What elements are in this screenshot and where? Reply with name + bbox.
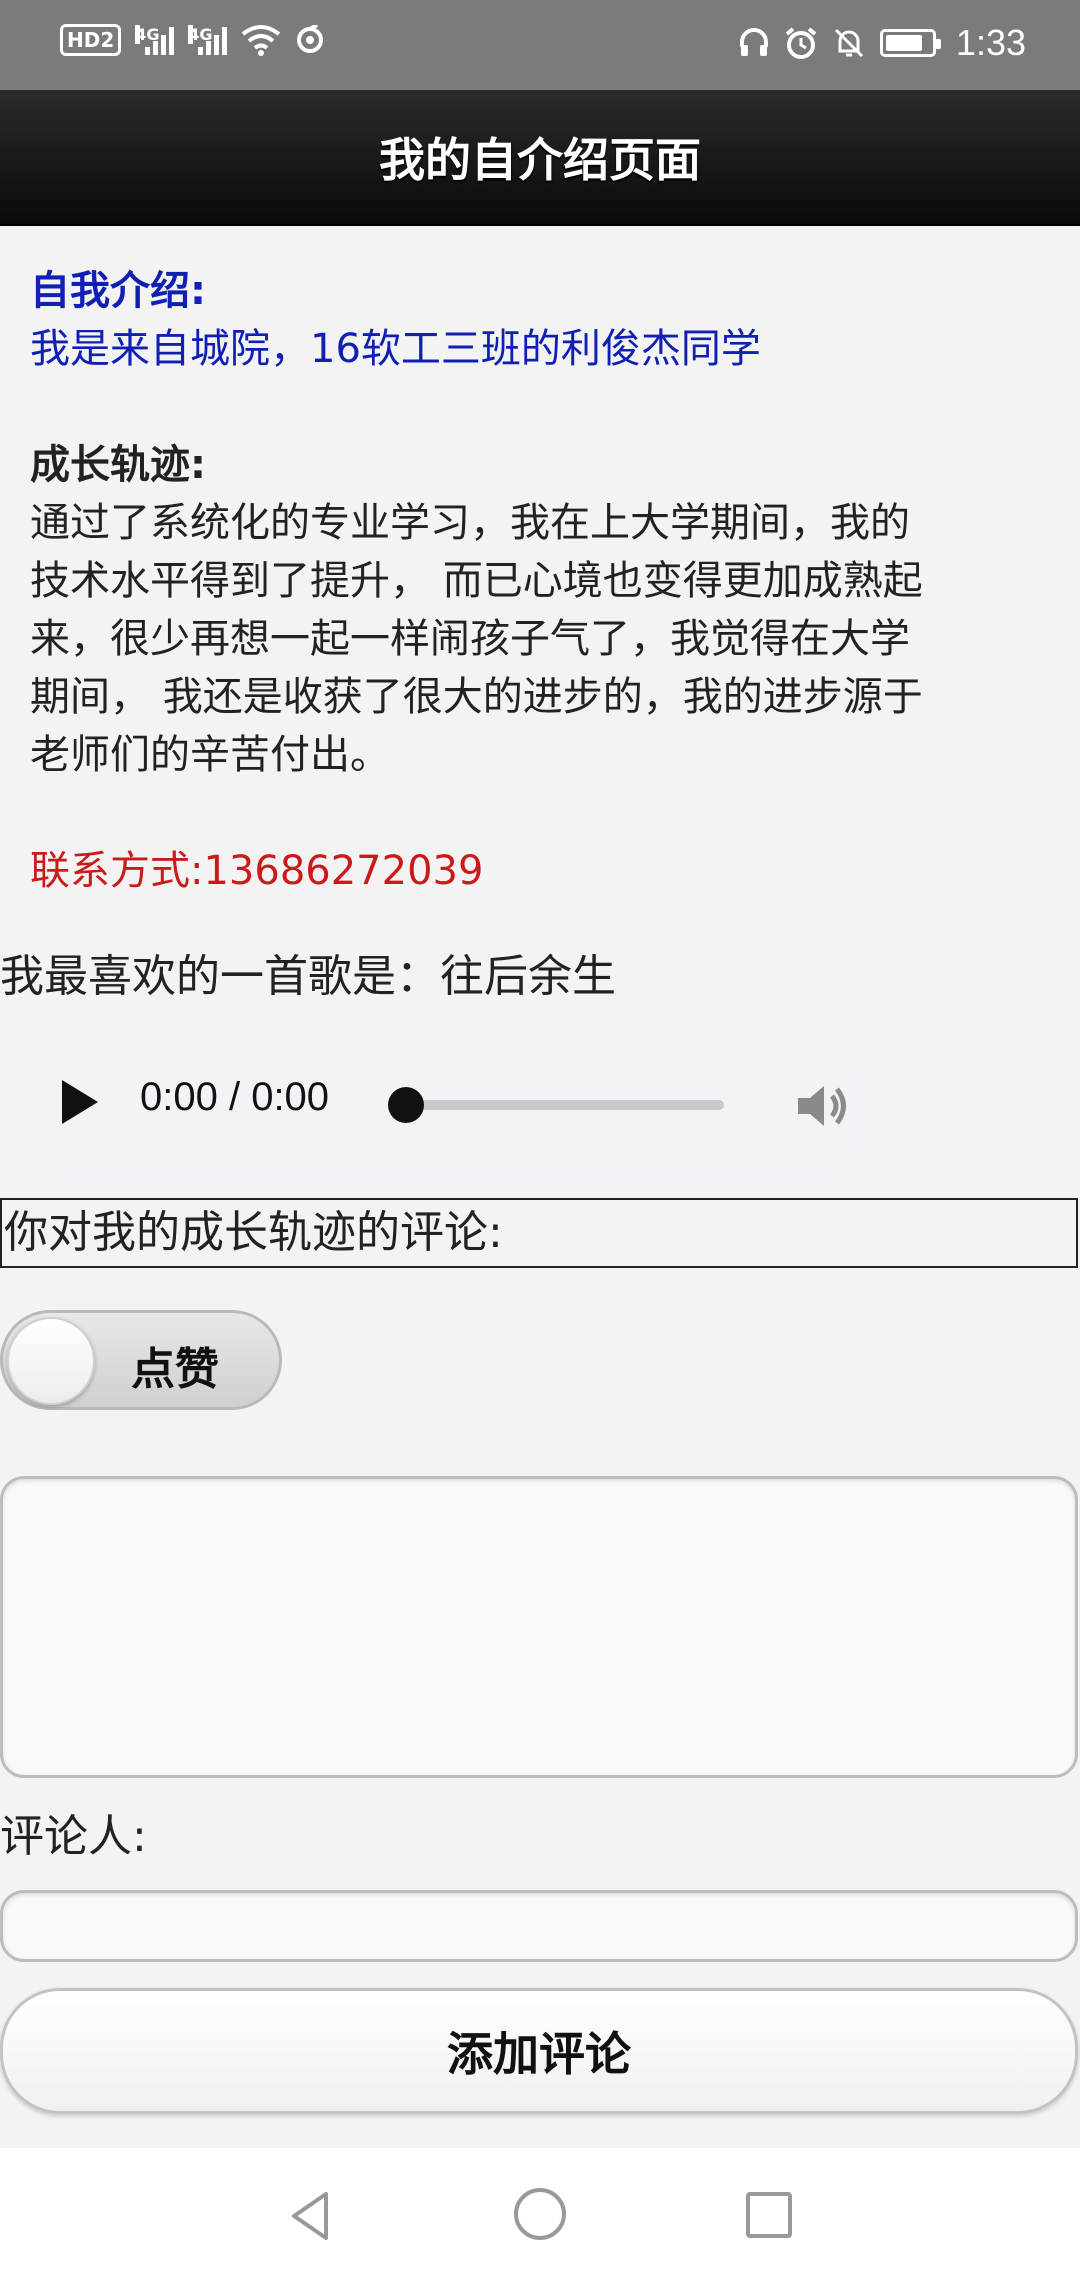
- battery-icon: [879, 29, 941, 57]
- comment-textarea[interactable]: [0, 1476, 1078, 1778]
- status-right: 1:33: [738, 22, 1026, 64]
- growth-heading: 成长轨迹:: [30, 442, 206, 488]
- audio-player: 0:00 / 0:00: [30, 1030, 860, 1180]
- contact-info: 联系方式:13686272039: [30, 848, 484, 894]
- signal-icon: 4G: [135, 25, 175, 55]
- favorite-song: 我最喜欢的一首歌是：往后余生: [0, 951, 616, 1002]
- growth-line: 来，很少再想一起一样闹孩子气了，我觉得在大学: [30, 616, 910, 662]
- comment-section-label: 你对我的成长轨迹的评论:: [0, 1198, 1078, 1268]
- home-icon[interactable]: [514, 2188, 566, 2240]
- audio-progress-track[interactable]: [390, 1100, 724, 1110]
- audio-progress-thumb[interactable]: [388, 1087, 424, 1123]
- system-nav-bar: [0, 2148, 1080, 2280]
- main-content: 自我介绍: 我是来自城院，16软工三班的利俊杰同学 成长轨迹: 通过了系统化的专…: [30, 262, 1050, 900]
- status-bar: HD2 4G 4G 1:33: [0, 0, 1080, 90]
- growth-line: 老师们的辛苦付出。: [30, 732, 390, 778]
- status-time: 1:33: [955, 22, 1026, 63]
- intro-text: 我是来自城院，16软工三班的利俊杰同学: [30, 326, 761, 372]
- alarm-icon: [784, 26, 818, 60]
- like-toggle[interactable]: 点赞: [0, 1310, 282, 1410]
- network-label: 4G: [135, 25, 160, 44]
- back-icon[interactable]: [282, 2186, 342, 2246]
- status-left: HD2 4G 4G: [60, 24, 325, 56]
- signal-icon: 4G: [188, 25, 228, 55]
- play-icon[interactable]: [62, 1080, 98, 1124]
- add-comment-label: 添加评论: [447, 2027, 631, 2081]
- toggle-knob[interactable]: [7, 1317, 95, 1405]
- growth-line: 通过了系统化的专业学习，我在上大学期间，我的: [30, 500, 910, 546]
- bell-off-icon: [832, 26, 866, 60]
- headphones-icon: [738, 27, 770, 59]
- volume-icon[interactable]: [792, 1076, 852, 1136]
- commenter-input[interactable]: [0, 1890, 1078, 1962]
- page-header: 我的自介绍页面: [0, 90, 1080, 226]
- recent-apps-icon[interactable]: [746, 2192, 792, 2238]
- add-comment-button[interactable]: 添加评论: [0, 1988, 1078, 2114]
- like-label: 点赞: [131, 1344, 219, 1395]
- audio-time: 0:00 / 0:00: [140, 1075, 330, 1119]
- intro-heading: 自我介绍:: [30, 268, 206, 314]
- page-title: 我的自介绍页面: [379, 133, 701, 187]
- hd-icon: HD2: [60, 24, 122, 56]
- wifi-icon: [241, 24, 281, 56]
- commenter-label: 评论人:: [0, 1811, 147, 1862]
- growth-line: 期间， 我还是收获了很大的进步的，我的进步源于: [30, 674, 923, 720]
- network-label: 4G: [188, 25, 213, 44]
- data-sync-icon: [295, 25, 325, 55]
- growth-line: 技术水平得到了提升， 而已心境也变得更加成熟起: [30, 558, 923, 604]
